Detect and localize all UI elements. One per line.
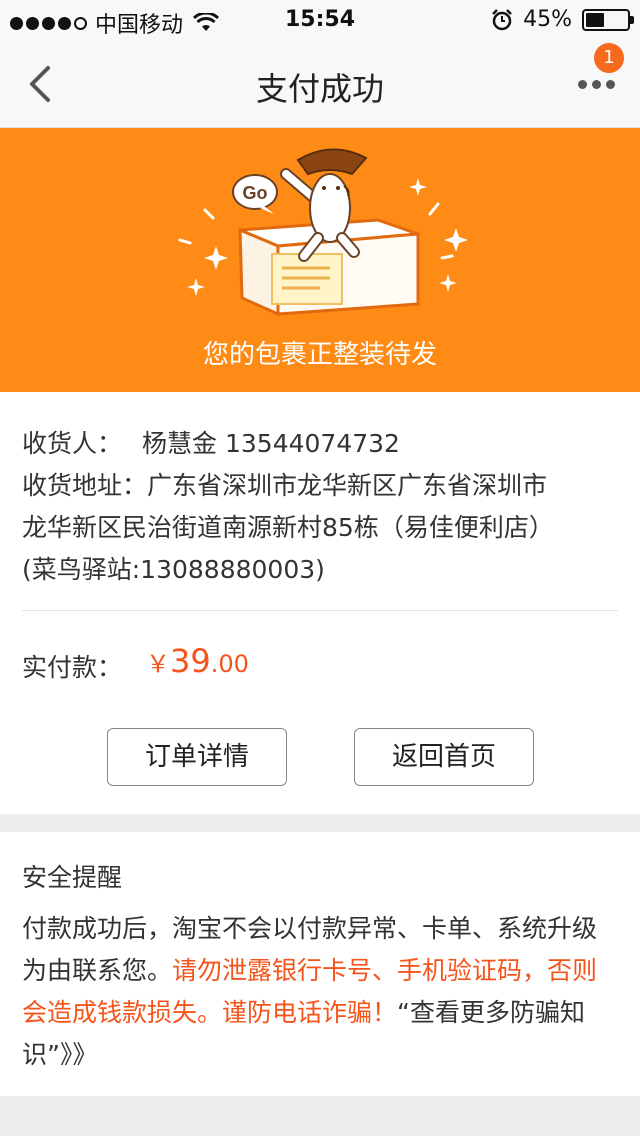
safety-reminder-card: 安全提醒 付款成功后，淘宝不会以付款异常、卡单、系统升级为由联系您。请勿泄露银行… xyxy=(0,832,640,1096)
safety-reminder-title: 安全提醒 xyxy=(22,863,123,892)
status-right: 45% xyxy=(491,7,634,32)
battery-fill xyxy=(586,12,604,27)
more-menu-icon[interactable] xyxy=(578,74,618,94)
page-title: 支付成功 xyxy=(255,70,384,108)
receiver-label: 收货人： xyxy=(22,429,123,458)
address-label: 收货地址： xyxy=(22,471,148,500)
package-status-message: 您的包裹正整装待发 xyxy=(202,340,437,370)
receiver-phone: 13544074732 xyxy=(224,429,400,458)
battery-icon xyxy=(582,8,634,31)
amount-integer: 39 xyxy=(170,642,211,680)
navigation-bar: 支付成功 1 xyxy=(0,40,640,128)
address-line-2: 龙华新区民治街道南源新村85栋（易佳便利店） xyxy=(22,513,554,542)
battery-percent: 45% xyxy=(523,7,572,32)
address-line-3: (菜鸟驿站:13088880003) xyxy=(22,555,325,584)
notification-badge: 1 xyxy=(594,43,624,73)
amount-decimal: .00 xyxy=(210,650,249,678)
paid-amount: ￥39.00 xyxy=(146,642,249,680)
receiver-name: 杨慧金 xyxy=(142,429,218,458)
address-line-1: 广东省深圳市龙华新区广东省深圳市 xyxy=(147,471,548,500)
status-bar: 中国移动 15:54 45% xyxy=(0,0,640,40)
mascot-speech-bubble: Go xyxy=(243,183,268,203)
package-mascot-illustration: Go xyxy=(178,148,468,317)
return-home-button[interactable]: 返回首页 xyxy=(354,728,534,786)
currency-symbol: ￥ xyxy=(146,650,170,678)
address-row: 收货地址：广东省深圳市龙华新区广东省深圳市 xyxy=(22,466,547,502)
payment-success-banner: Go 您的包裹正整装待发 xyxy=(0,128,640,392)
order-info-card: 收货人： 杨慧金 13544074732 收货地址：广东省深圳市龙华新区广东省深圳… xyxy=(0,392,640,814)
paid-label: 实付款： xyxy=(22,653,123,682)
receiver-row: 收货人： 杨慧金 13544074732 xyxy=(22,424,400,460)
safety-reminder-text: 付款成功后，淘宝不会以付款异常、卡单、系统升级为由联系您。请勿泄露银行卡号、手机… xyxy=(22,908,618,1076)
divider xyxy=(22,610,618,611)
alarm-clock-icon xyxy=(492,8,512,30)
order-details-button[interactable]: 订单详情 xyxy=(107,728,287,786)
